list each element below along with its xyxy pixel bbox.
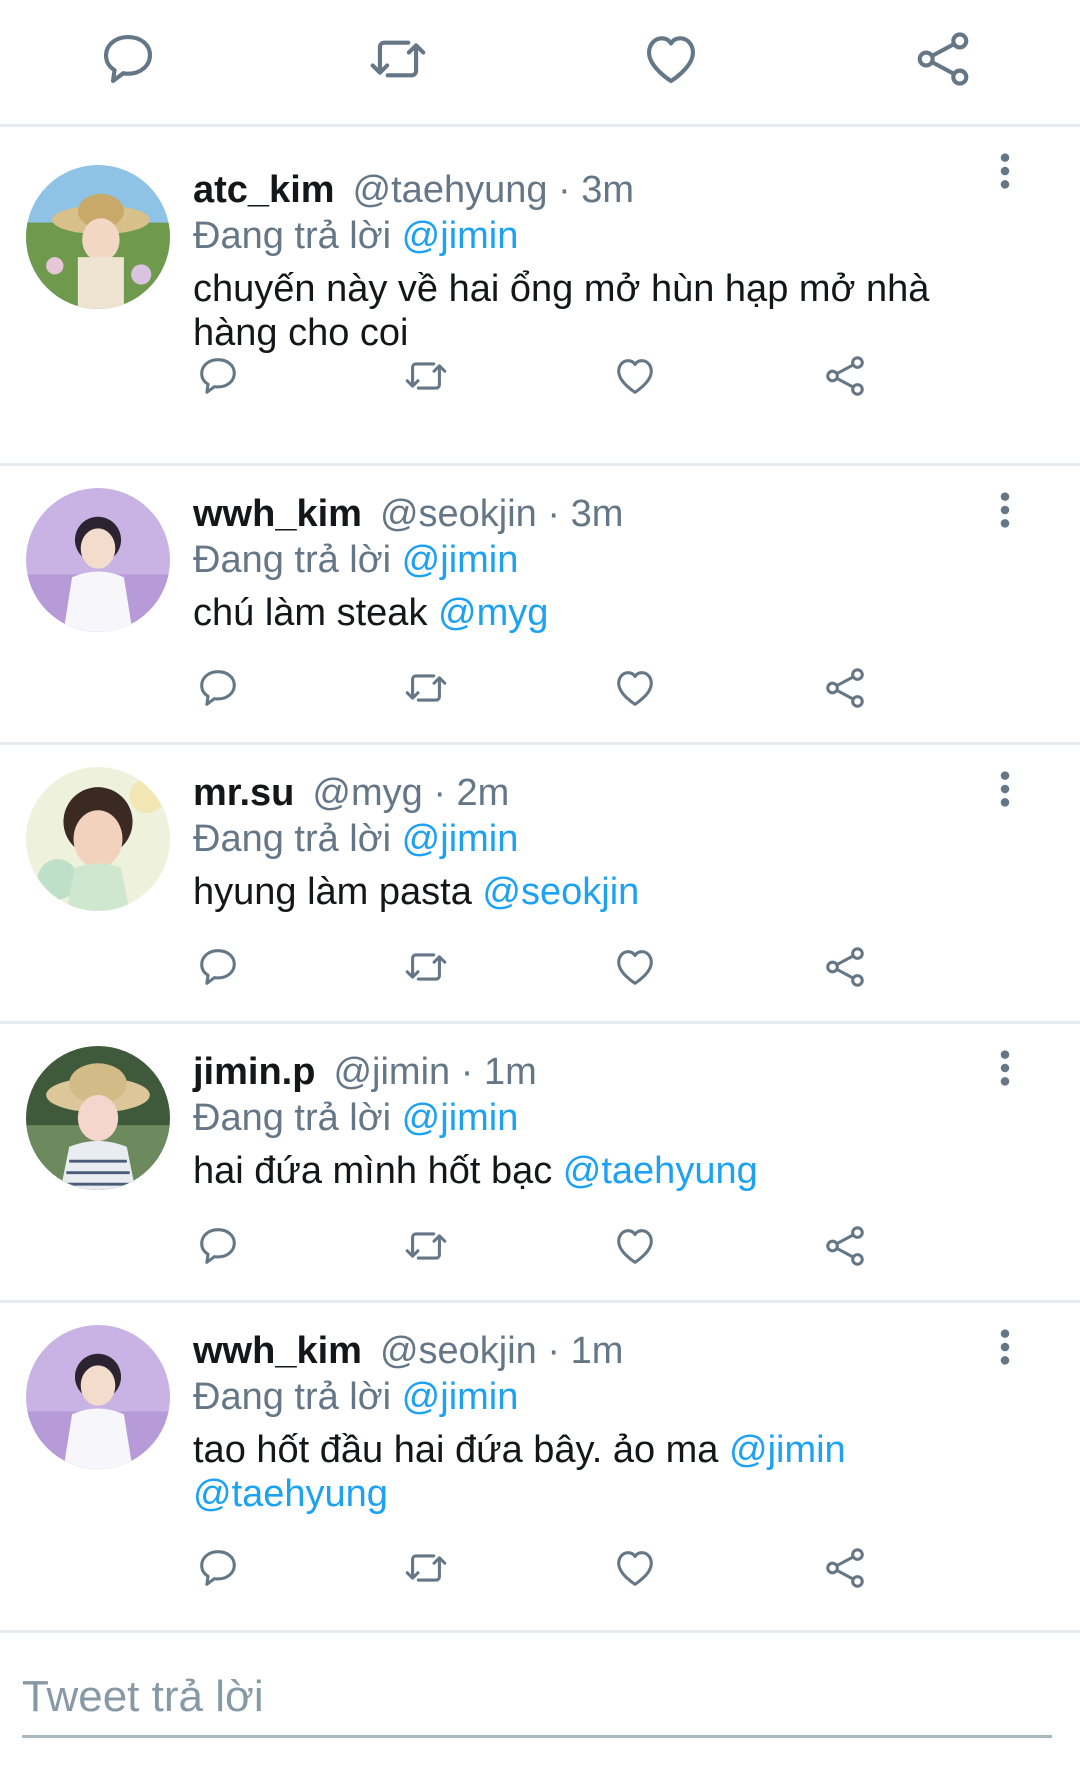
- like-icon[interactable]: [612, 1545, 658, 1591]
- separator: ·: [558, 169, 571, 211]
- like-icon[interactable]: [612, 1223, 658, 1269]
- like-icon[interactable]: [640, 28, 702, 90]
- display-name[interactable]: jimin.p: [193, 1051, 315, 1093]
- share-icon[interactable]: [822, 353, 868, 399]
- timestamp: 2m: [456, 772, 510, 814]
- mention-link[interactable]: @jimin: [402, 818, 519, 860]
- separator: ·: [547, 1330, 561, 1372]
- tweet-item[interactable]: mr.su @myg · 2m Đang trả lời @jimin hyung…: [0, 745, 1080, 1024]
- tweet-body: hai đứa mình hốt bạc: [193, 1150, 553, 1192]
- more-options-icon[interactable]: [990, 769, 1020, 809]
- avatar[interactable]: [26, 165, 170, 309]
- timestamp: 3m: [581, 169, 635, 211]
- replying-to: Đang trả lời @jimin: [193, 1095, 518, 1141]
- separator: ·: [547, 493, 561, 535]
- replying-to: Đang trả lời @jimin: [193, 816, 518, 862]
- replying-label: Đang trả lời: [193, 818, 392, 860]
- mention-link[interactable]: @jimin: [402, 539, 519, 581]
- replying-to: Đang trả lời @jimin: [193, 213, 518, 259]
- timestamp: 3m: [570, 493, 624, 535]
- replying-label: Đang trả lời: [193, 1097, 392, 1139]
- mention-link[interactable]: @taehyung: [193, 1473, 388, 1515]
- tweet-body: hyung làm pasta: [193, 871, 472, 913]
- share-icon[interactable]: [822, 944, 868, 990]
- user-handle[interactable]: @jimin: [333, 1051, 450, 1093]
- retweet-icon[interactable]: [403, 944, 449, 990]
- reply-input[interactable]: [22, 1659, 1052, 1738]
- share-icon[interactable]: [822, 1223, 868, 1269]
- mention-link[interactable]: @jimin: [402, 215, 519, 257]
- tweet-text: hyung làm pasta @seokjin: [193, 870, 993, 914]
- like-icon[interactable]: [612, 944, 658, 990]
- mention-link[interactable]: @myg: [438, 592, 548, 634]
- tweet-item[interactable]: jimin.p @jimin · 1m Đang trả lời @jimin h…: [0, 1024, 1080, 1303]
- retweet-icon[interactable]: [367, 28, 429, 90]
- tweet-item[interactable]: wwh_kim @seokjin · 3m Đang trả lời @jimin…: [0, 466, 1080, 745]
- avatar[interactable]: [26, 767, 170, 911]
- retweet-icon[interactable]: [403, 353, 449, 399]
- share-icon[interactable]: [912, 28, 974, 90]
- reply-icon[interactable]: [195, 1545, 241, 1591]
- tweet-header: wwh_kim @seokjin · 3m: [193, 491, 623, 537]
- retweet-icon[interactable]: [403, 665, 449, 711]
- display-name[interactable]: atc_kim: [193, 169, 335, 211]
- like-icon[interactable]: [612, 665, 658, 711]
- reply-icon[interactable]: [195, 1223, 241, 1269]
- user-handle[interactable]: @myg: [312, 772, 422, 814]
- timestamp: 1m: [483, 1051, 537, 1093]
- display-name[interactable]: wwh_kim: [193, 1330, 362, 1372]
- tweet-body: chú làm steak: [193, 592, 428, 634]
- retweet-icon[interactable]: [403, 1545, 449, 1591]
- tweet-text: hai đứa mình hốt bạc @taehyung: [193, 1149, 993, 1193]
- share-icon[interactable]: [822, 665, 868, 711]
- display-name[interactable]: mr.su: [193, 772, 294, 814]
- tweet-body: tao hốt đầu hai đứa bây. ảo ma: [193, 1429, 719, 1471]
- more-options-icon[interactable]: [990, 151, 1020, 191]
- tweet-item[interactable]: atc_kim @taehyung · 3m Đang trả lời @jimi…: [0, 127, 1080, 466]
- top-action-bar: [0, 0, 1080, 127]
- reply-composer: [0, 1633, 1080, 1776]
- tweet-header: atc_kim @taehyung · 3m: [193, 167, 634, 213]
- like-icon[interactable]: [612, 353, 658, 399]
- separator: ·: [433, 772, 446, 814]
- reply-icon[interactable]: [195, 944, 241, 990]
- tweet-item[interactable]: wwh_kim @seokjin · 1m Đang trả lời @jimin…: [0, 1303, 1080, 1633]
- tweet-body: chuyến này về hai ổng mở hùn hạp mở nhà …: [193, 268, 930, 354]
- user-handle[interactable]: @seokjin: [380, 1330, 537, 1372]
- replying-label: Đang trả lời: [193, 1376, 392, 1418]
- reply-icon[interactable]: [195, 353, 241, 399]
- user-handle[interactable]: @taehyung: [353, 169, 548, 211]
- reply-icon[interactable]: [195, 665, 241, 711]
- mention-link[interactable]: @taehyung: [563, 1150, 758, 1192]
- user-handle[interactable]: @seokjin: [380, 493, 537, 535]
- tweet-text: tao hốt đầu hai đứa bây. ảo ma @jimin @t…: [193, 1428, 993, 1516]
- replying-to: Đang trả lời @jimin: [193, 1374, 518, 1420]
- separator: ·: [460, 1051, 474, 1093]
- display-name[interactable]: wwh_kim: [193, 493, 362, 535]
- tweet-header: mr.su @myg · 2m: [193, 770, 509, 816]
- more-options-icon[interactable]: [990, 490, 1020, 530]
- replying-to: Đang trả lời @jimin: [193, 537, 518, 583]
- mention-link[interactable]: @jimin: [402, 1097, 519, 1139]
- replying-label: Đang trả lời: [193, 539, 392, 581]
- more-options-icon[interactable]: [990, 1327, 1020, 1367]
- tweet-text: chú làm steak @myg: [193, 591, 993, 635]
- tweet-header: wwh_kim @seokjin · 1m: [193, 1328, 623, 1374]
- mention-link[interactable]: @jimin: [402, 1376, 519, 1418]
- tweet-header: jimin.p @jimin · 1m: [193, 1049, 537, 1095]
- share-icon[interactable]: [822, 1545, 868, 1591]
- retweet-icon[interactable]: [403, 1223, 449, 1269]
- more-options-icon[interactable]: [990, 1048, 1020, 1088]
- avatar[interactable]: [26, 1325, 170, 1469]
- reply-icon[interactable]: [97, 28, 159, 90]
- timestamp: 1m: [570, 1330, 624, 1372]
- replying-label: Đang trả lời: [193, 215, 392, 257]
- avatar[interactable]: [26, 1046, 170, 1190]
- tweet-text: chuyến này về hai ổng mở hùn hạp mở nhà …: [193, 267, 993, 355]
- mention-link[interactable]: @seokjin: [482, 871, 639, 913]
- mention-link[interactable]: @jimin: [729, 1429, 846, 1471]
- avatar[interactable]: [26, 488, 170, 632]
